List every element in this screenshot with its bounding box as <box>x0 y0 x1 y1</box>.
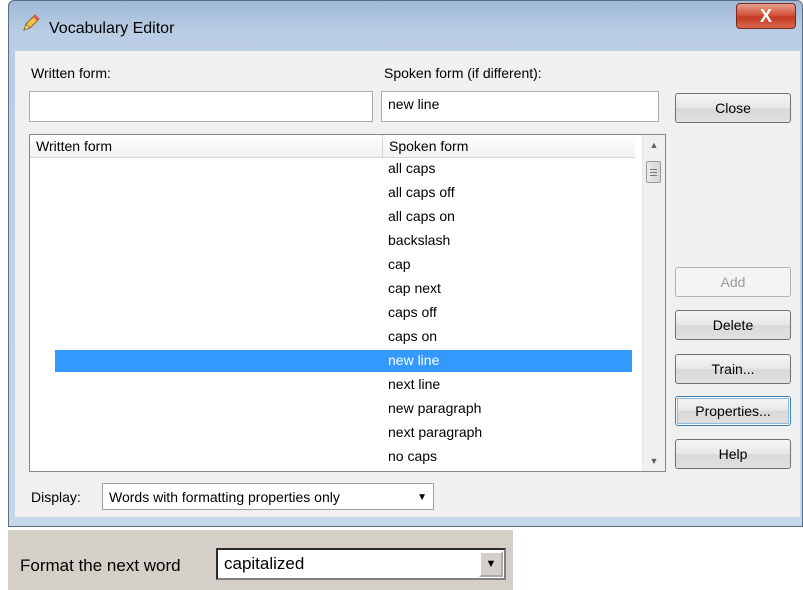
spoken-form-cell: next line <box>388 376 441 392</box>
title-bar[interactable]: Vocabulary Editor X <box>9 1 802 45</box>
spoken-form-cell: all caps off <box>388 184 455 200</box>
display-select[interactable]: Words with formatting properties only ▼ <box>102 483 434 510</box>
add-button[interactable]: Add <box>675 267 791 297</box>
list-item[interactable]: new line <box>30 349 635 373</box>
list-item[interactable]: new paragraph <box>30 397 635 421</box>
column-divider[interactable] <box>382 135 383 157</box>
close-icon: X <box>759 6 772 26</box>
close-window-button[interactable]: X <box>736 3 796 29</box>
format-combo-value: capitalized <box>224 554 305 573</box>
list-scrollbar[interactable]: ▲ ▼ <box>642 135 665 471</box>
pencil-icon <box>21 13 41 33</box>
format-panel: Format the next word capitalized ▼ <box>8 530 513 590</box>
spoken-form-cell: new paragraph <box>388 400 482 416</box>
spoken-form-cell: no caps <box>388 448 438 464</box>
format-combo[interactable]: capitalized ▼ <box>216 548 506 580</box>
window-title: Vocabulary Editor <box>49 20 175 37</box>
column-header-spoken[interactable]: Spoken form <box>389 138 468 154</box>
spoken-form-cell: cap <box>388 256 411 272</box>
delete-button[interactable]: Delete <box>675 310 791 340</box>
spoken-form-cell: backslash <box>388 232 451 248</box>
spoken-form-cell: next paragraph <box>388 424 483 440</box>
spoken-form-cell: cap next <box>388 280 441 296</box>
list-item[interactable]: caps on <box>30 325 635 349</box>
list-item[interactable]: all caps <box>30 157 635 181</box>
dialog-body: Written form: Spoken form (if different)… <box>15 51 800 517</box>
list-item[interactable]: all caps on <box>30 205 635 229</box>
spoken-form-cell: caps off <box>388 304 437 320</box>
list-item[interactable]: cap next <box>30 277 635 301</box>
list-header: Written form Spoken form <box>30 135 635 158</box>
vocabulary-list[interactable]: Written form Spoken form all caps all cap… <box>29 134 666 472</box>
display-select-value: Words with formatting properties only <box>109 489 340 505</box>
written-form-label: Written form: <box>31 65 111 81</box>
list-item[interactable]: next paragraph <box>30 421 635 445</box>
spoken-form-input[interactable]: new line <box>381 91 659 122</box>
train-button[interactable]: Train... <box>675 354 791 384</box>
selection-highlight <box>55 350 632 372</box>
properties-button[interactable]: Properties... <box>675 396 791 426</box>
column-header-written[interactable]: Written form <box>36 138 112 154</box>
written-form-input[interactable] <box>29 91 373 122</box>
format-next-word-label: Format the next word <box>20 556 181 575</box>
scroll-down-icon[interactable]: ▼ <box>643 451 665 471</box>
spoken-form-cell: all caps <box>388 160 436 176</box>
close-button[interactable]: Close <box>675 93 791 123</box>
spoken-form-cell: new line <box>388 352 440 368</box>
list-item[interactable]: caps off <box>30 301 635 325</box>
display-label: Display: <box>31 489 81 505</box>
dropdown-arrow-icon[interactable]: ▼ <box>479 551 503 577</box>
scroll-up-icon[interactable]: ▲ <box>643 135 665 155</box>
list-item[interactable]: next line <box>30 373 635 397</box>
list-item[interactable]: all caps off <box>30 181 635 205</box>
spoken-form-cell: all caps on <box>388 208 455 224</box>
scroll-thumb[interactable] <box>646 161 661 183</box>
vocabulary-editor-window: Vocabulary Editor X Written form: Spoken… <box>8 0 803 527</box>
help-button[interactable]: Help <box>675 439 791 469</box>
list-item[interactable]: backslash <box>30 229 635 253</box>
spoken-form-cell: caps on <box>388 328 438 344</box>
list-rows: all caps all caps off all caps on backslash… <box>30 157 635 469</box>
spoken-form-label: Spoken form (if different): <box>384 65 542 81</box>
list-item[interactable]: cap <box>30 253 635 277</box>
chevron-down-icon: ▼ <box>417 492 427 503</box>
list-item[interactable]: no caps <box>30 445 635 469</box>
